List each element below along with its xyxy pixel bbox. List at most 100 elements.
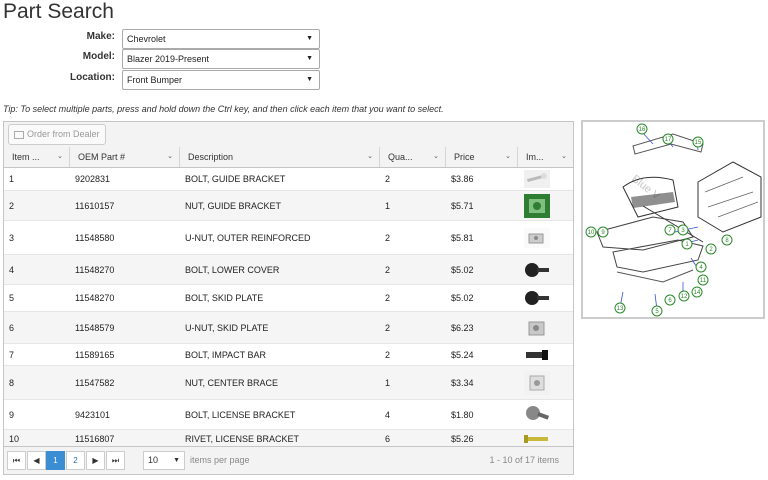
- column-label: Qua...: [388, 152, 413, 162]
- cell-item: 5: [9, 293, 15, 303]
- chevron-down-icon: ▼: [306, 76, 313, 83]
- callout-11[interactable]: 11: [700, 278, 707, 284]
- grid-toolbar: Order from Dealer: [4, 122, 573, 148]
- cell-item: 4: [9, 265, 15, 275]
- leader-lines: [619, 131, 699, 311]
- nut-thumbnail-icon: [524, 194, 550, 218]
- cell-price: $3.34: [451, 378, 474, 388]
- callout-13[interactable]: 13: [617, 306, 624, 312]
- table-row[interactable]: 6 11548579 U-NUT, SKID PLATE 2 $6.23: [4, 312, 573, 344]
- chevron-down-icon[interactable]: ⌄: [57, 147, 63, 167]
- column-label: Im...: [526, 152, 544, 162]
- page-button-2[interactable]: 2: [66, 451, 85, 470]
- last-page-icon: ⏭: [111, 456, 120, 465]
- callout-14[interactable]: 14: [694, 290, 701, 296]
- callout-labels: 16 17 15 10 9 7 3 8 1 2 4 6 12 14 13 5 1…: [585, 123, 733, 317]
- cell-oem: 11547582: [75, 378, 115, 388]
- cell-price: $1.80: [451, 410, 474, 420]
- column-header-price[interactable]: Price ⌄: [446, 147, 518, 167]
- cell-oem: 11548579: [75, 323, 115, 333]
- page-button-1[interactable]: 1: [46, 451, 65, 470]
- chevron-down-icon[interactable]: ⌄: [433, 147, 439, 167]
- cell-oem: 11548580: [75, 233, 115, 243]
- callout-16[interactable]: 16: [639, 127, 646, 133]
- cell-oem: 11548270: [75, 293, 115, 303]
- callout-10[interactable]: 10: [588, 230, 595, 236]
- cell-item: 7: [9, 350, 15, 360]
- next-page-icon: ▶: [92, 456, 99, 465]
- first-page-button[interactable]: ⏮: [7, 451, 26, 470]
- next-page-button[interactable]: ▶: [86, 451, 105, 470]
- page-size-value: 10: [148, 455, 159, 465]
- cell-quantity: 1: [385, 201, 391, 211]
- chevron-down-icon: ▼: [173, 457, 180, 464]
- column-header-oem-part[interactable]: OEM Part # ⌄: [70, 147, 180, 167]
- cell-item: 3: [9, 233, 15, 243]
- cell-description: BOLT, LOWER COVER: [185, 265, 280, 275]
- table-row[interactable]: 3 11548580 U-NUT, OUTER REINFORCED 2 $5.…: [4, 221, 573, 255]
- cell-description: U-NUT, SKID PLATE: [185, 323, 269, 333]
- cell-item: 8: [9, 378, 15, 388]
- pager-info: 1 - 10 of 17 items: [489, 455, 559, 465]
- table-row[interactable]: 9 9423101 BOLT, LICENSE BRACKET 4 $1.80: [4, 400, 573, 430]
- cell-item: 9: [9, 410, 15, 420]
- table-row[interactable]: 4 11548270 BOLT, LOWER COVER 2 $5.02: [4, 255, 573, 285]
- bumper-exploded-view: Blue V 16 17 15 10 9 7 3 8 1 2 4 6 12 14…: [585, 123, 762, 317]
- cell-item: 2: [9, 201, 15, 211]
- bolt-thumbnail-icon: [526, 406, 550, 420]
- column-header-image[interactable]: Im... ⌄: [518, 147, 573, 167]
- callout-17[interactable]: 17: [665, 137, 672, 143]
- column-label: Description: [188, 152, 234, 162]
- cell-quantity: 2: [385, 174, 391, 184]
- table-row[interactable]: 7 11589165 BOLT, IMPACT BAR 2 $5.24: [4, 344, 573, 366]
- cell-item: 1: [9, 174, 15, 184]
- cell-quantity: 1: [385, 378, 391, 388]
- location-select[interactable]: Front Bumper ▼: [122, 70, 320, 90]
- column-label: Item ...: [12, 152, 40, 162]
- page-size-label: items per page: [190, 455, 250, 465]
- cell-description: NUT, CENTER BRACE: [185, 378, 279, 388]
- model-select[interactable]: Blazer 2019-Present ▼: [122, 49, 320, 69]
- u-nut-thumbnail-icon: [524, 316, 550, 340]
- make-value: Chevrolet: [127, 34, 166, 44]
- cell-quantity: 2: [385, 293, 391, 303]
- nut-thumbnail-icon: [524, 371, 550, 395]
- last-page-button[interactable]: ⏭: [106, 451, 125, 470]
- location-filter-row: Location: Front Bumper ▼: [0, 70, 330, 90]
- table-row[interactable]: 2 11610157 NUT, GUIDE BRACKET 1 $5.71: [4, 191, 573, 221]
- chevron-down-icon[interactable]: ⌄: [167, 147, 173, 167]
- cell-description: NUT, GUIDE BRACKET: [185, 201, 282, 211]
- make-select[interactable]: Chevrolet ▼: [122, 29, 320, 49]
- parts-diagram[interactable]: Blue V 16 17 15 10 9 7 3 8 1 2 4 6 12 14…: [581, 120, 765, 319]
- cell-oem: 11610157: [75, 201, 115, 211]
- model-filter-row: Model: Blazer 2019-Present ▼: [0, 49, 330, 69]
- cell-price: $5.71: [451, 201, 474, 211]
- chevron-down-icon[interactable]: ⌄: [561, 147, 567, 167]
- chevron-down-icon[interactable]: ⌄: [505, 147, 511, 167]
- callout-12[interactable]: 12: [681, 294, 688, 300]
- cell-item: 6: [9, 323, 15, 333]
- table-row[interactable]: 8 11547582 NUT, CENTER BRACE 1 $3.34: [4, 366, 573, 400]
- parts-grid: Order from Dealer Item ... ⌄ OEM Part # ⌄ …: [3, 121, 574, 475]
- u-nut-thumbnail-icon: [524, 228, 550, 248]
- bolt-thumbnail-icon: [525, 291, 549, 305]
- column-header-item[interactable]: Item ... ⌄: [4, 147, 70, 167]
- cell-quantity: 2: [385, 233, 391, 243]
- bolt-thumbnail-icon: [525, 263, 549, 277]
- column-header-description[interactable]: Description ⌄: [180, 147, 380, 167]
- chevron-down-icon: ▼: [306, 35, 313, 42]
- table-row[interactable]: 1 9202831 BOLT, GUIDE BRACKET 2 $3.86: [4, 167, 573, 191]
- table-row[interactable]: 5 11548270 BOLT, SKID PLATE 2 $5.02: [4, 285, 573, 312]
- page-size-select[interactable]: 10 ▼: [143, 451, 185, 470]
- prev-page-button[interactable]: ◀: [27, 451, 46, 470]
- model-label: Model:: [82, 51, 115, 62]
- cell-oem: 11548270: [75, 265, 115, 275]
- column-header-quantity[interactable]: Qua... ⌄: [380, 147, 446, 167]
- cell-description: BOLT, GUIDE BRACKET: [185, 174, 286, 184]
- cell-oem: 9423101: [75, 410, 111, 420]
- cell-price: $5.81: [451, 233, 474, 243]
- chevron-down-icon[interactable]: ⌄: [367, 147, 373, 167]
- callout-15[interactable]: 15: [695, 140, 702, 146]
- order-from-dealer-button[interactable]: Order from Dealer: [8, 124, 106, 145]
- cell-description: BOLT, IMPACT BAR: [185, 350, 267, 360]
